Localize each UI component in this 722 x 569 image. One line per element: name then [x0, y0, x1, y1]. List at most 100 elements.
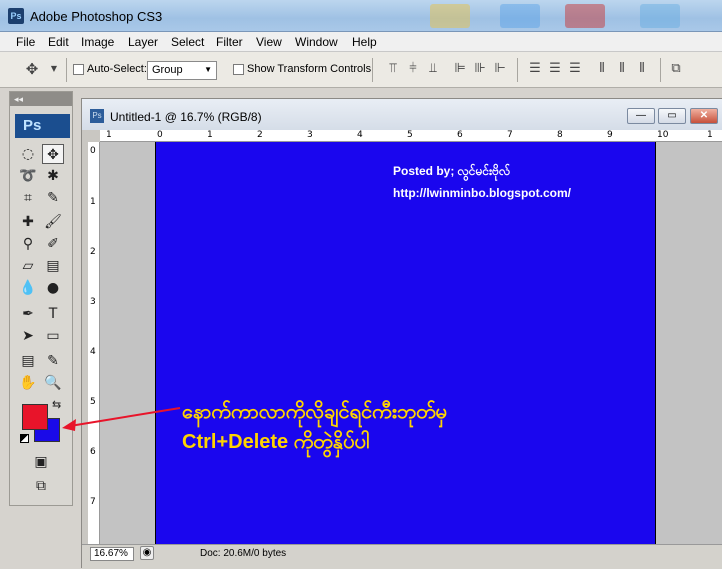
menu-file[interactable]: File	[16, 35, 35, 49]
clone-stamp-tool-icon[interactable]: ⚲	[17, 234, 39, 254]
ruler-label: 7	[90, 497, 96, 507]
history-brush-tool-icon[interactable]: ✐	[42, 234, 64, 254]
menu-window[interactable]: Window	[295, 35, 338, 49]
chevron-down-icon[interactable]: ▼	[46, 61, 62, 77]
toolbox-panel: ◂◂ Ps ◌ ✥ ➰ ✱ ⌗ ✎ ✚ 🖌 ⚲ ✐ ▱ ▤ 💧 ● ✒ T ➤ …	[9, 91, 73, 506]
foreground-color-swatch[interactable]	[22, 404, 48, 430]
menu-help[interactable]: Help	[352, 35, 377, 49]
auto-select-dropdown[interactable]: Group ▼	[147, 61, 217, 80]
distribute-bottom-icon[interactable]: ☰	[567, 61, 583, 77]
align-vcenter-icon[interactable]: ⫩	[405, 61, 421, 77]
auto-select-value: Group	[152, 64, 183, 76]
slice-tool-icon[interactable]: ✎	[42, 188, 64, 208]
doc-size-text: Doc: 20.6M/0 bytes	[200, 548, 287, 559]
distribute-hcenter-icon[interactable]: ⫴	[614, 61, 630, 77]
ruler-label: 2	[257, 130, 263, 140]
status-bar: 16.67% ◉ Doc: 20.6M/0 bytes	[82, 544, 722, 569]
show-transform-label: Show Transform Controls	[247, 63, 372, 75]
ruler-label: 0	[157, 130, 163, 140]
distribute-top-icon[interactable]: ☰	[527, 61, 543, 77]
chevron-down-icon: ▼	[204, 65, 212, 74]
ruler-label: 5	[407, 130, 413, 140]
menu-edit[interactable]: Edit	[48, 35, 69, 49]
photoshop-app-icon: Ps	[8, 8, 24, 24]
menu-filter[interactable]: Filter	[216, 35, 243, 49]
zoom-tool-icon[interactable]: 🔍	[42, 373, 64, 393]
align-left-icon[interactable]: ⊫	[452, 61, 468, 77]
default-colors-icon[interactable]	[20, 434, 29, 443]
document-canvas[interactable]: Posted by; လွင်မင်းဗိုလ် http://lwinminb…	[155, 142, 656, 544]
annotation-text-line1: နောက်ကာလာကိုလိုချင်ရင်ကီးဘုတ်မှ	[182, 401, 447, 423]
ruler-label: 7	[507, 130, 513, 140]
ruler-label: 8	[557, 130, 563, 140]
minimize-button[interactable]: —	[627, 108, 655, 124]
auto-align-icon[interactable]: ⧉	[668, 61, 684, 77]
rectangle-tool-icon[interactable]: ▭	[42, 326, 64, 346]
healing-brush-tool-icon[interactable]: ✚	[17, 212, 39, 232]
swap-colors-icon[interactable]: ⇆	[52, 398, 61, 411]
toolbox-collapse-handle[interactable]: ◂◂	[10, 92, 72, 106]
ruler-label: 6	[90, 447, 96, 457]
posted-by-text: Posted by; လွင်မင်းဗိုလ်	[393, 164, 511, 178]
menu-image[interactable]: Image	[81, 35, 114, 49]
align-right-icon[interactable]: ⊩	[492, 61, 508, 77]
maximize-button[interactable]: ▭	[658, 108, 686, 124]
quick-mask-icon[interactable]: ▣	[30, 452, 52, 472]
crop-tool-icon[interactable]: ⌗	[17, 188, 39, 208]
menu-bar: File Edit Image Layer Select Filter View…	[0, 32, 722, 52]
ruler-label: 3	[90, 297, 96, 307]
hand-tool-icon[interactable]: ✋	[17, 373, 39, 393]
status-menu-icon[interactable]: ◉	[140, 546, 154, 560]
pen-tool-icon[interactable]: ✒	[17, 304, 39, 324]
document-title-bar[interactable]: Ps Untitled-1 @ 16.7% (RGB/8) — ▭ ✕	[82, 99, 722, 130]
blur-tool-icon[interactable]: 💧	[17, 278, 39, 298]
magic-wand-tool-icon[interactable]: ✱	[42, 166, 64, 186]
auto-select-checkbox[interactable]	[73, 64, 84, 75]
menu-layer[interactable]: Layer	[128, 35, 158, 49]
marquee-tool-icon[interactable]: ◌	[17, 144, 39, 164]
ruler-label: 9	[607, 130, 613, 140]
eyedropper-tool-icon[interactable]: ✎	[42, 351, 64, 371]
align-hcenter-icon[interactable]: ⊪	[472, 61, 488, 77]
menu-view[interactable]: View	[256, 35, 282, 49]
notes-tool-icon[interactable]: ▤	[17, 351, 39, 371]
taskbar-icon	[430, 4, 470, 28]
horizontal-ruler: 1 0 1 2 3 4 5 6 7 8 9 10 1	[100, 130, 722, 142]
menu-select[interactable]: Select	[171, 35, 204, 49]
ruler-label: 2	[90, 247, 96, 257]
distribute-right-icon[interactable]: ⫴	[634, 61, 650, 77]
close-button[interactable]: ✕	[690, 108, 718, 124]
taskbar-icon	[500, 4, 540, 28]
dodge-tool-icon[interactable]: ●	[42, 278, 64, 298]
ruler-label: 1	[106, 130, 112, 140]
divider	[372, 58, 373, 82]
gradient-tool-icon[interactable]: ▤	[42, 256, 64, 276]
align-top-icon[interactable]: ⫪	[385, 61, 401, 77]
type-tool-icon[interactable]: T	[42, 304, 64, 324]
path-selection-tool-icon[interactable]: ➤	[17, 326, 39, 346]
document-title: Untitled-1 @ 16.7% (RGB/8)	[110, 110, 262, 124]
show-transform-checkbox[interactable]	[233, 64, 244, 75]
title-bar: Ps Adobe Photoshop CS3	[0, 0, 722, 32]
distribute-left-icon[interactable]: ⫴	[594, 61, 610, 77]
lasso-tool-icon[interactable]: ➰	[17, 166, 39, 186]
zoom-field[interactable]: 16.67%	[90, 547, 134, 561]
divider	[660, 58, 661, 82]
eraser-tool-icon[interactable]: ▱	[17, 256, 39, 276]
ruler-label: 0	[90, 146, 96, 156]
ruler-label: 1	[207, 130, 213, 140]
ruler-label: 3	[307, 130, 313, 140]
align-bottom-icon[interactable]: ⫫	[425, 61, 441, 77]
brush-tool-icon[interactable]: 🖌	[42, 212, 64, 232]
vertical-ruler: 0 1 2 3 4 5 6 7	[88, 142, 100, 544]
canvas-area[interactable]: Posted by; လွင်မင်းဗိုလ် http://lwinminb…	[100, 142, 722, 544]
distribute-vcenter-icon[interactable]: ☰	[547, 61, 563, 77]
taskbar-icon	[640, 4, 680, 28]
divider	[517, 58, 518, 82]
ruler-label: 4	[90, 347, 96, 357]
move-tool-icon[interactable]: ✥	[42, 144, 64, 164]
screen-mode-icon[interactable]: ⧉	[30, 476, 52, 496]
move-tool-icon[interactable]: ✥	[24, 61, 40, 77]
toolbox-logo: Ps	[15, 114, 70, 138]
ruler-label: 1	[707, 130, 713, 140]
